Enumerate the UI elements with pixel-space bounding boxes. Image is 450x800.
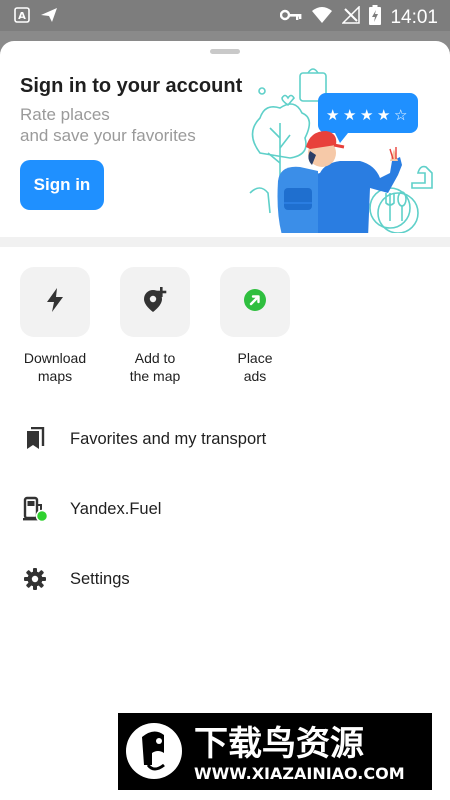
- sign-in-button[interactable]: Sign in: [20, 160, 104, 210]
- add-to-map-tile[interactable]: [120, 267, 190, 337]
- action-label-line-1: Place: [237, 350, 273, 366]
- key-icon: [280, 8, 302, 27]
- quick-actions: Download maps Add to the map Place ads: [0, 267, 450, 397]
- signin-title: Sign in to your account: [20, 75, 243, 97]
- menu-item-favorites[interactable]: Favorites and my transport: [0, 409, 450, 469]
- place-ads-action[interactable]: Place ads: [210, 267, 300, 385]
- a-box-icon: A: [14, 7, 30, 28]
- download-maps-action[interactable]: Download maps: [10, 267, 100, 385]
- menu-label-favorites: Favorites and my transport: [70, 429, 267, 448]
- watermark-title: 下载鸟资源: [194, 724, 364, 764]
- fuel-pump-icon: [20, 495, 50, 523]
- clock: 14:01: [390, 6, 438, 28]
- add-place-icon: [141, 286, 169, 319]
- menu-label-yandex-fuel: Yandex.Fuel: [70, 499, 162, 518]
- place-ads-tile[interactable]: [220, 267, 290, 337]
- subtitle-line-2: and save your favorites: [20, 126, 196, 145]
- bottom-sheet: Sign in to your account Rate places and …: [0, 41, 450, 800]
- signin-illustration: ★ ★ ★ ★ ☆: [240, 63, 440, 238]
- svg-text:☆: ☆: [394, 106, 407, 124]
- menu-label-settings: Settings: [70, 569, 130, 588]
- gear-icon: [20, 567, 50, 591]
- watermark-url: WWW.XIAZAINIAO.COM: [194, 764, 405, 783]
- signin-subtitle: Rate places and save your favorites: [20, 104, 240, 146]
- watermark-banner: 下载鸟资源 WWW.XIAZAINIAO.COM: [118, 713, 432, 790]
- ads-arrow-icon: [243, 288, 267, 317]
- send-icon: [40, 7, 58, 28]
- wifi-icon: [311, 6, 333, 29]
- action-label-line-1: Download: [23, 350, 87, 366]
- menu-item-settings[interactable]: Settings: [0, 549, 450, 609]
- svg-text:A: A: [18, 11, 26, 22]
- battery-charging-icon: [369, 5, 382, 30]
- svg-text:★: ★: [343, 106, 356, 124]
- no-signal-icon: [341, 5, 361, 29]
- action-label-line-1: Add to: [134, 350, 176, 366]
- download-maps-tile[interactable]: [20, 267, 90, 337]
- place-ads-label: Place ads: [210, 349, 300, 385]
- action-label-line-2: ads: [243, 368, 267, 384]
- lightning-icon: [44, 287, 66, 318]
- action-label-line-2: the map: [129, 368, 181, 384]
- status-bar: A 14:01: [0, 0, 450, 31]
- svg-text:★: ★: [326, 106, 339, 124]
- menu-item-yandex-fuel[interactable]: Yandex.Fuel: [0, 479, 450, 539]
- add-to-map-action[interactable]: Add to the map: [110, 267, 200, 385]
- svg-text:★: ★: [377, 106, 390, 124]
- subtitle-line-1: Rate places: [20, 105, 110, 124]
- bookmarks-icon: [20, 427, 50, 451]
- add-to-map-label: Add to the map: [110, 349, 200, 385]
- action-label-line-2: maps: [37, 368, 73, 384]
- download-maps-label: Download maps: [10, 349, 100, 385]
- svg-text:★: ★: [360, 106, 373, 124]
- signin-card: Sign in to your account Rate places and …: [0, 41, 450, 238]
- section-divider: [0, 237, 450, 247]
